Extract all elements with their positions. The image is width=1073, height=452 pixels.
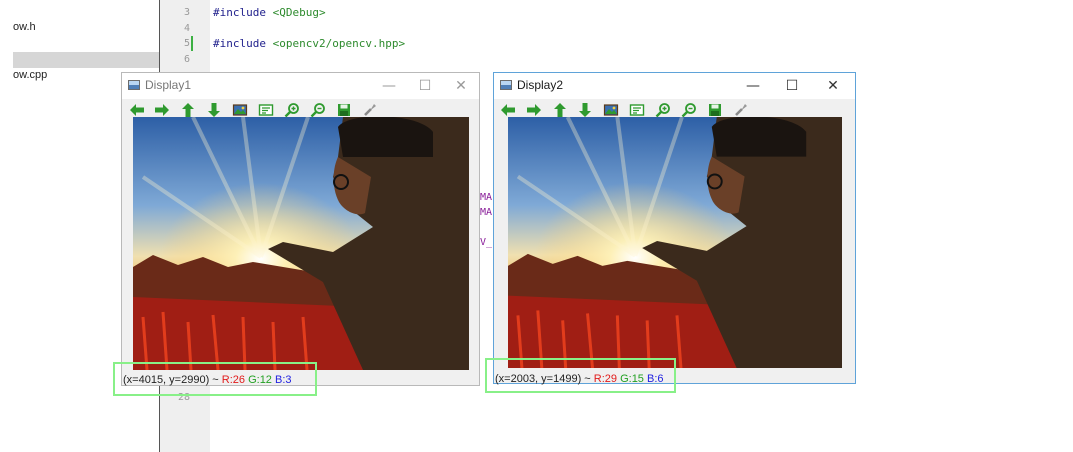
code-fragment: MA	[480, 192, 493, 203]
zoom-in-icon	[655, 103, 670, 118]
image-icon	[232, 104, 248, 116]
pan-right-button[interactable]	[153, 102, 171, 118]
zoom-reset-button[interactable]	[602, 102, 620, 118]
save-button[interactable]	[706, 102, 724, 118]
window-app-icon	[128, 80, 140, 90]
file-item-header[interactable]: ow.h	[13, 21, 36, 33]
display2-window[interactable]: Display2 — ☐ ✕ (x=2003, y=1499) ~ R:29 G…	[493, 72, 856, 385]
pan-down-button[interactable]	[576, 102, 594, 118]
sunset-photo	[133, 117, 469, 370]
code-fragment: MA	[480, 207, 493, 218]
pan-left-button[interactable]	[128, 102, 146, 118]
properties-button[interactable]	[361, 102, 379, 118]
line-number: 4	[183, 23, 190, 34]
pan-up-button[interactable]	[179, 102, 197, 118]
file-item-selected-row[interactable]	[13, 52, 160, 68]
arrow-up-icon	[554, 103, 566, 117]
code-line[interactable]: #include <opencv2/opencv.hpp>	[213, 37, 405, 50]
code-fragment: V_	[480, 237, 493, 248]
pan-right-button[interactable]	[525, 102, 543, 118]
arrow-down-icon	[579, 103, 591, 117]
zoom-original-button[interactable]	[257, 102, 275, 118]
maximize-button[interactable]: ☐	[407, 73, 443, 99]
pan-left-button[interactable]	[499, 102, 517, 118]
image-text-icon	[629, 104, 645, 116]
title-bar[interactable]: Display2 — ☐ ✕	[494, 73, 855, 99]
zoom-in-button[interactable]	[283, 102, 301, 118]
properties-icon	[735, 104, 747, 116]
zoom-out-icon	[310, 103, 325, 118]
minimize-button[interactable]: —	[735, 73, 771, 99]
window-title: Display1	[145, 78, 192, 92]
code-line[interactable]: #include <QDebug>	[213, 6, 326, 19]
zoom-out-button[interactable]	[680, 102, 698, 118]
save-button[interactable]	[335, 102, 353, 118]
code-include-path: <QDebug>	[272, 6, 326, 19]
zoom-out-icon	[681, 103, 696, 118]
window-app-icon	[500, 80, 512, 90]
image-text-icon	[258, 104, 274, 116]
code-include-path: <opencv2/opencv.hpp>	[272, 37, 406, 50]
properties-icon	[364, 104, 376, 116]
line-number: 3	[183, 7, 190, 18]
arrow-up-icon	[182, 103, 194, 117]
arrow-left-icon	[130, 104, 144, 116]
title-bar[interactable]: Display1 — ☐ ✕	[122, 73, 479, 99]
close-button[interactable]: ✕	[443, 73, 479, 99]
zoom-in-icon	[284, 103, 299, 118]
arrow-right-icon	[155, 104, 169, 116]
minimize-button[interactable]: —	[371, 73, 407, 99]
arrow-down-icon	[208, 103, 220, 117]
display1-image[interactable]	[133, 117, 469, 370]
zoom-original-button[interactable]	[628, 102, 646, 118]
save-icon	[338, 104, 350, 116]
arrow-left-icon	[501, 104, 515, 116]
zoom-out-button[interactable]	[309, 102, 327, 118]
zoom-reset-button[interactable]	[231, 102, 249, 118]
arrow-right-icon	[527, 104, 541, 116]
pan-up-button[interactable]	[551, 102, 569, 118]
zoom-in-button[interactable]	[654, 102, 672, 118]
highlight-box	[485, 358, 676, 393]
changed-line-marker	[191, 36, 193, 51]
code-directive: #include	[213, 6, 273, 19]
properties-button[interactable]	[732, 102, 750, 118]
image-icon	[603, 104, 619, 116]
sunset-photo	[508, 117, 842, 368]
highlight-box	[113, 362, 317, 396]
pan-down-button[interactable]	[205, 102, 223, 118]
display2-image[interactable]	[508, 117, 842, 368]
close-button[interactable]: ✕	[815, 73, 851, 99]
save-icon	[709, 104, 721, 116]
maximize-button[interactable]: ☐	[774, 73, 810, 99]
code-directive: #include	[213, 37, 273, 50]
window-title: Display2	[517, 78, 564, 92]
line-number: 6	[183, 54, 190, 65]
file-item-source[interactable]: ow.cpp	[13, 69, 47, 81]
display1-window[interactable]: Display1 — ☐ ✕ (x=4015, y=2990) ~ R:26 G…	[121, 72, 480, 386]
line-number: 5	[183, 38, 190, 49]
